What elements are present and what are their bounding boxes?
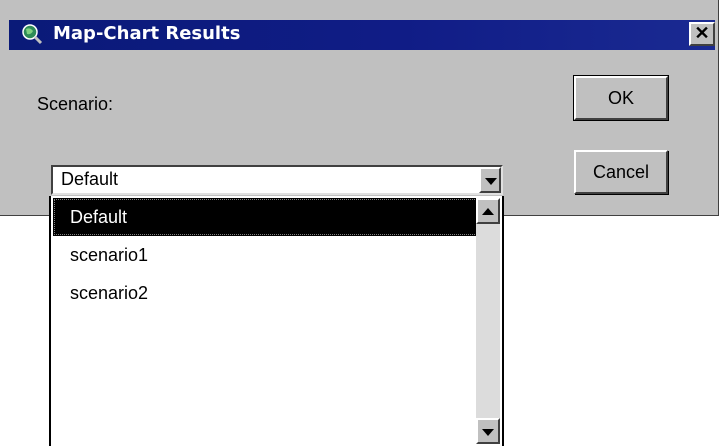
arrow-up-icon [482,208,494,215]
scroll-up-button[interactable] [476,198,500,224]
close-button[interactable]: ✕ [689,22,715,46]
cancel-button[interactable]: Cancel [574,150,668,194]
dropdown-option-scenario1[interactable]: scenario1 [53,236,480,274]
window-title: Map-Chart Results [53,23,241,44]
scenario-combobox[interactable]: Default [51,165,503,195]
combobox-dropdown-button[interactable] [479,167,501,193]
map-chart-results-dialog: Map-Chart Results ✕ Scenario: OK Cancel … [0,0,719,216]
chevron-down-icon [485,178,497,185]
arrow-down-icon [482,429,494,436]
dropdown-option-scenario2[interactable]: scenario2 [53,274,480,312]
dropdown-option-default[interactable]: Default [53,198,480,236]
scroll-down-button[interactable] [476,418,500,444]
scenario-dropdown-list: Default scenario1 scenario2 [49,196,504,446]
screen: Map-Chart Results ✕ Scenario: OK Cancel … [0,0,720,446]
combobox-value: Default [61,169,119,189]
title-bar[interactable]: Map-Chart Results ✕ [9,20,715,50]
ok-button[interactable]: OK [573,75,669,121]
close-icon: ✕ [694,23,710,43]
scenario-label: Scenario: [37,94,114,114]
globe-magnifier-icon [21,23,43,45]
dropdown-scrollbar[interactable] [476,198,500,444]
dropdown-options: Default scenario1 scenario2 [53,198,480,312]
